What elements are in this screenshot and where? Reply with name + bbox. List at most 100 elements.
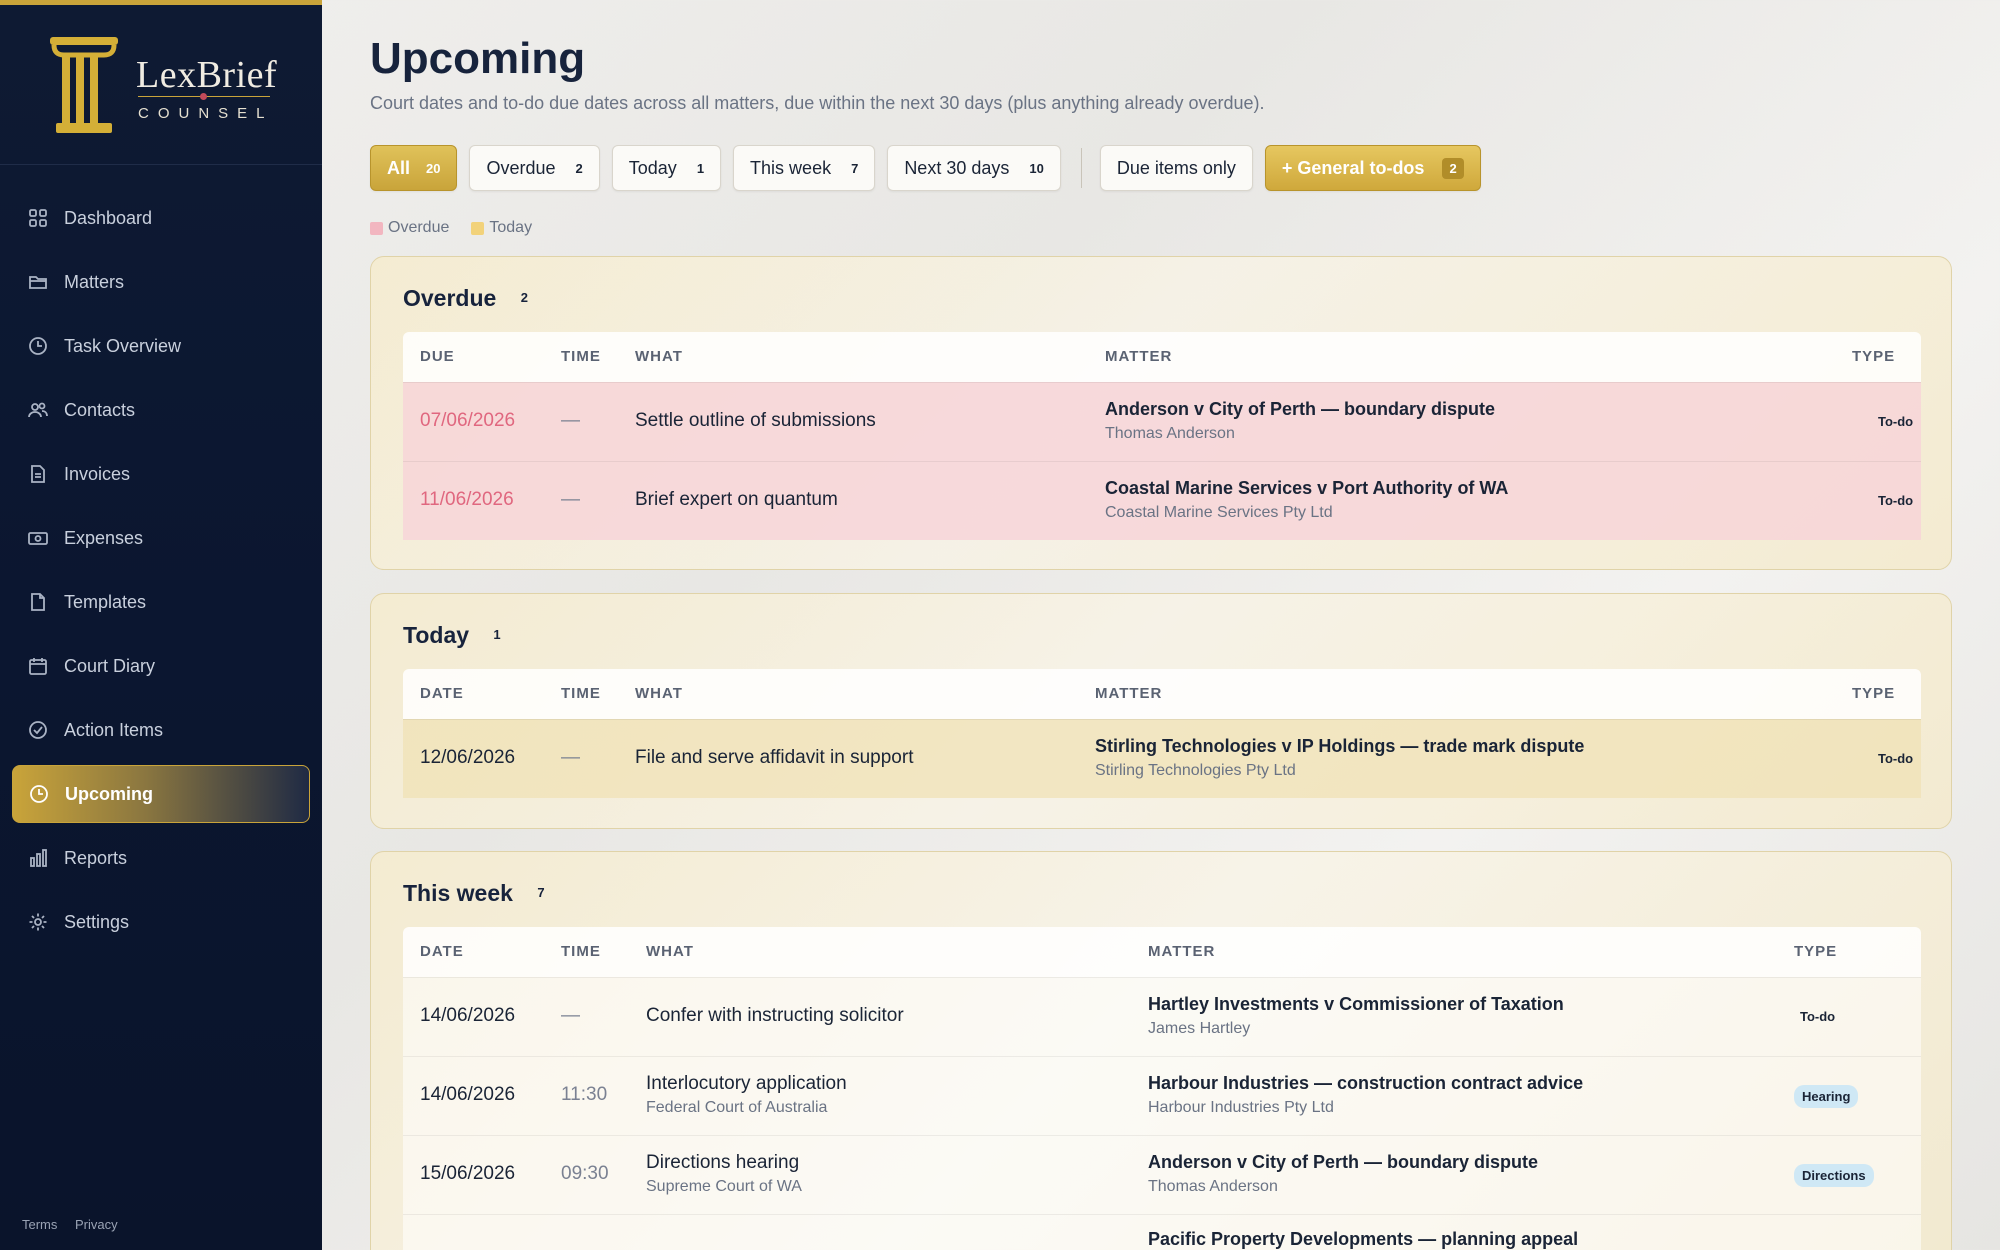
filter-label: Due items only — [1116, 157, 1236, 178]
filter-divider — [1080, 148, 1082, 188]
sidebar-item-court-diary[interactable]: Court Diary — [12, 637, 310, 695]
filter-all-button[interactable]: All 20 — [370, 145, 458, 191]
what: Directions hearing — [646, 1152, 800, 1173]
time: — — [561, 747, 580, 768]
section-title-text: This week — [403, 880, 513, 906]
matter-title[interactable]: Harbour Industries — construction contra… — [1148, 1073, 1583, 1094]
filter-label: Today — [628, 157, 677, 178]
section-count: 2 — [520, 290, 528, 305]
column-header-time[interactable]: TIME — [561, 685, 601, 702]
filter-today-button[interactable]: Today 1 — [611, 145, 722, 191]
table-row[interactable]: 07/06/2026 — Settle outline of submissio… — [403, 382, 1921, 461]
section-title: Today 1 — [403, 622, 501, 649]
sidebar-item-templates[interactable]: Templates — [12, 573, 310, 631]
sidebar-item-label: Invoices — [64, 463, 131, 484]
column-header-type[interactable]: TYPE — [1794, 943, 1837, 960]
main-content: Upcoming Court dates and to-do due dates… — [322, 0, 2000, 1250]
matter-title[interactable]: Coastal Marine Services v Port Authority… — [1105, 478, 1508, 499]
sidebar-item-label: Settings — [64, 911, 130, 932]
court: Supreme Court of WA — [646, 1178, 802, 1195]
due-items-only-toggle[interactable]: Due items only — [1099, 145, 1253, 191]
time: — — [561, 1005, 580, 1026]
table-row[interactable]: 11/06/2026 — Brief expert on quantum Coa… — [403, 461, 1921, 540]
legend-label: Today — [489, 219, 533, 236]
sidebar-item-upcoming[interactable]: Upcoming — [12, 765, 310, 823]
brand-dot — [200, 93, 207, 100]
filter-next-30-days-button[interactable]: Next 30 days 10 — [887, 145, 1061, 191]
today-table: DATE TIME WHAT MATTER TYPE 12/06/2026 — … — [403, 669, 1921, 798]
section-overdue: Overdue 2 DUE TIME WHAT MATTER TYPE 07/0… — [370, 256, 1952, 570]
privacy-link[interactable]: Privacy — [75, 1217, 118, 1232]
sidebar-item-matters[interactable]: Matters — [12, 253, 310, 311]
sidebar-item-invoices[interactable]: Invoices — [12, 445, 310, 503]
sidebar: LexBrief COUNSEL Dashboard Matters Task … — [0, 0, 322, 1250]
legend-swatch-today — [471, 221, 485, 235]
sidebar-item-task-overview[interactable]: Task Overview — [12, 317, 310, 375]
column-header-date[interactable]: DATE — [420, 943, 464, 960]
matter-client: Thomas Anderson — [1148, 1178, 1278, 1195]
cash-icon — [28, 528, 48, 548]
sidebar-item-label: Matters — [64, 271, 125, 292]
sidebar-item-settings[interactable]: Settings — [12, 893, 310, 951]
sidebar-item-dashboard[interactable]: Dashboard — [12, 189, 310, 247]
column-header-time[interactable]: TIME — [561, 943, 601, 960]
column-header-type[interactable]: TYPE — [1852, 348, 1895, 365]
what: Settle outline of submissions — [635, 410, 876, 431]
column-header-what[interactable]: WHAT — [635, 685, 683, 702]
court: Federal Court of Australia — [646, 1099, 828, 1116]
sidebar-item-action-items[interactable]: Action Items — [12, 701, 310, 759]
this-week-table: DATE TIME WHAT MATTER TYPE 14/06/2026 — … — [403, 927, 1921, 1250]
table-row[interactable]: 12/06/2026 — File and serve affidavit in… — [403, 719, 1921, 798]
filter-bar: All 20 Overdue 2 Today 1 This week 7 Nex… — [370, 145, 1493, 191]
file-icon — [28, 592, 48, 612]
column-header-matter[interactable]: MATTER — [1148, 943, 1215, 960]
sidebar-item-label: Action Items — [64, 719, 164, 740]
table-row[interactable]: 14/06/2026 — Confer with instructing sol… — [403, 977, 1921, 1056]
type-badge: To-do — [1878, 751, 1914, 766]
column-header-what[interactable]: WHAT — [635, 348, 683, 365]
filter-this-week-button[interactable]: This week 7 — [733, 145, 876, 191]
type-badge: To-do — [1878, 414, 1914, 429]
column-header-what[interactable]: WHAT — [646, 943, 694, 960]
sidebar-item-reports[interactable]: Reports — [12, 829, 310, 887]
filter-overdue-button[interactable]: Overdue 2 — [469, 145, 600, 191]
matter-client: James Hartley — [1148, 1020, 1251, 1037]
column-header-due[interactable]: DUE — [420, 348, 455, 365]
table-row[interactable]: 14/06/2026 11:30 Interlocutory applicati… — [403, 1056, 1921, 1135]
column-header-matter[interactable]: MATTER — [1105, 348, 1172, 365]
matter-title[interactable]: Pacific Property Developments — planning… — [1148, 1229, 1578, 1250]
sidebar-item-expenses[interactable]: Expenses — [12, 509, 310, 567]
matter-title[interactable]: Anderson v City of Perth — boundary disp… — [1148, 1152, 1538, 1173]
sidebar-nav: Dashboard Matters Task Overview Contacts… — [0, 189, 322, 957]
matter-title[interactable]: Anderson v City of Perth — boundary disp… — [1105, 399, 1495, 420]
column-header-matter[interactable]: MATTER — [1095, 685, 1162, 702]
column-header-date[interactable]: DATE — [420, 685, 464, 702]
pillar-logo-icon — [50, 37, 118, 133]
time: — — [561, 489, 580, 510]
type-badge: Directions — [1794, 1164, 1874, 1187]
general-todos-toggle[interactable]: + General to-dos 2 — [1264, 145, 1481, 191]
matter-title[interactable]: Stirling Technologies v IP Holdings — tr… — [1095, 736, 1584, 757]
what: Brief expert on quantum — [635, 489, 838, 510]
legend-label: Overdue — [388, 219, 450, 236]
sidebar-item-contacts[interactable]: Contacts — [12, 381, 310, 439]
table-row[interactable]: 15/06/2026 09:30 Directions hearing Supr… — [403, 1135, 1921, 1214]
brand[interactable]: LexBrief COUNSEL — [0, 5, 322, 165]
legend-overdue: Overdue — [370, 219, 449, 237]
table-row[interactable]: Pacific Property Developments — planning… — [403, 1214, 1921, 1250]
section-count: 1 — [493, 627, 501, 642]
column-header-type[interactable]: TYPE — [1852, 685, 1895, 702]
sidebar-item-label: Task Overview — [64, 335, 182, 356]
sidebar-item-label: Templates — [64, 591, 147, 612]
matter-client: Stirling Technologies Pty Ltd — [1095, 762, 1296, 779]
terms-link[interactable]: Terms — [22, 1217, 57, 1232]
calendar-icon — [28, 656, 48, 676]
section-title: Overdue 2 — [403, 285, 528, 312]
type-badge: Hearing — [1794, 1085, 1859, 1108]
date: 12/06/2026 — [420, 747, 516, 768]
clock-icon — [28, 336, 48, 356]
matter-title[interactable]: Hartley Investments v Commissioner of Ta… — [1148, 994, 1564, 1015]
column-header-time[interactable]: TIME — [561, 348, 601, 365]
due-date: 07/06/2026 — [420, 410, 516, 431]
date: 14/06/2026 — [420, 1084, 516, 1105]
